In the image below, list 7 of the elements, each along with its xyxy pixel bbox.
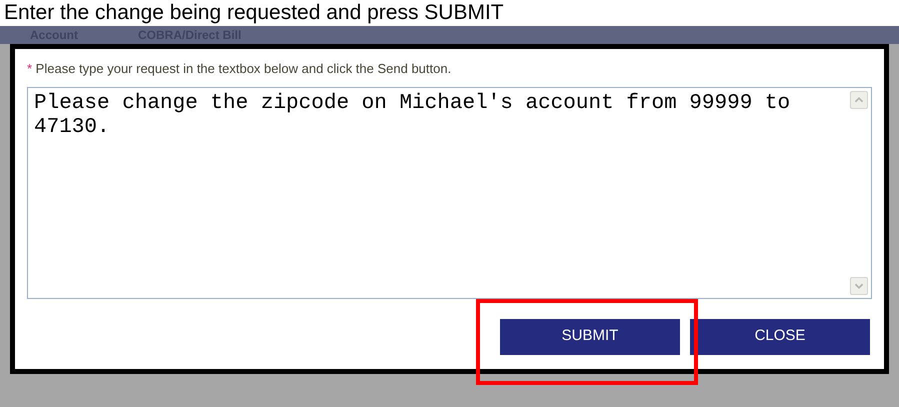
dialog-instruction: * Please type your request in the textbox below and click the Send button. [27,60,452,78]
submit-button[interactable]: SUBMIT [500,318,680,354]
request-textbox[interactable]: Please change the zipcode on Michael's account from 99999 to 47130. [27,86,872,298]
scroll-up-icon[interactable] [850,90,868,108]
scroll-down-icon[interactable] [850,276,868,294]
instruction-caption: Enter the change being requested and press SUBMIT [4,1,504,24]
close-button[interactable]: CLOSE [690,318,870,354]
